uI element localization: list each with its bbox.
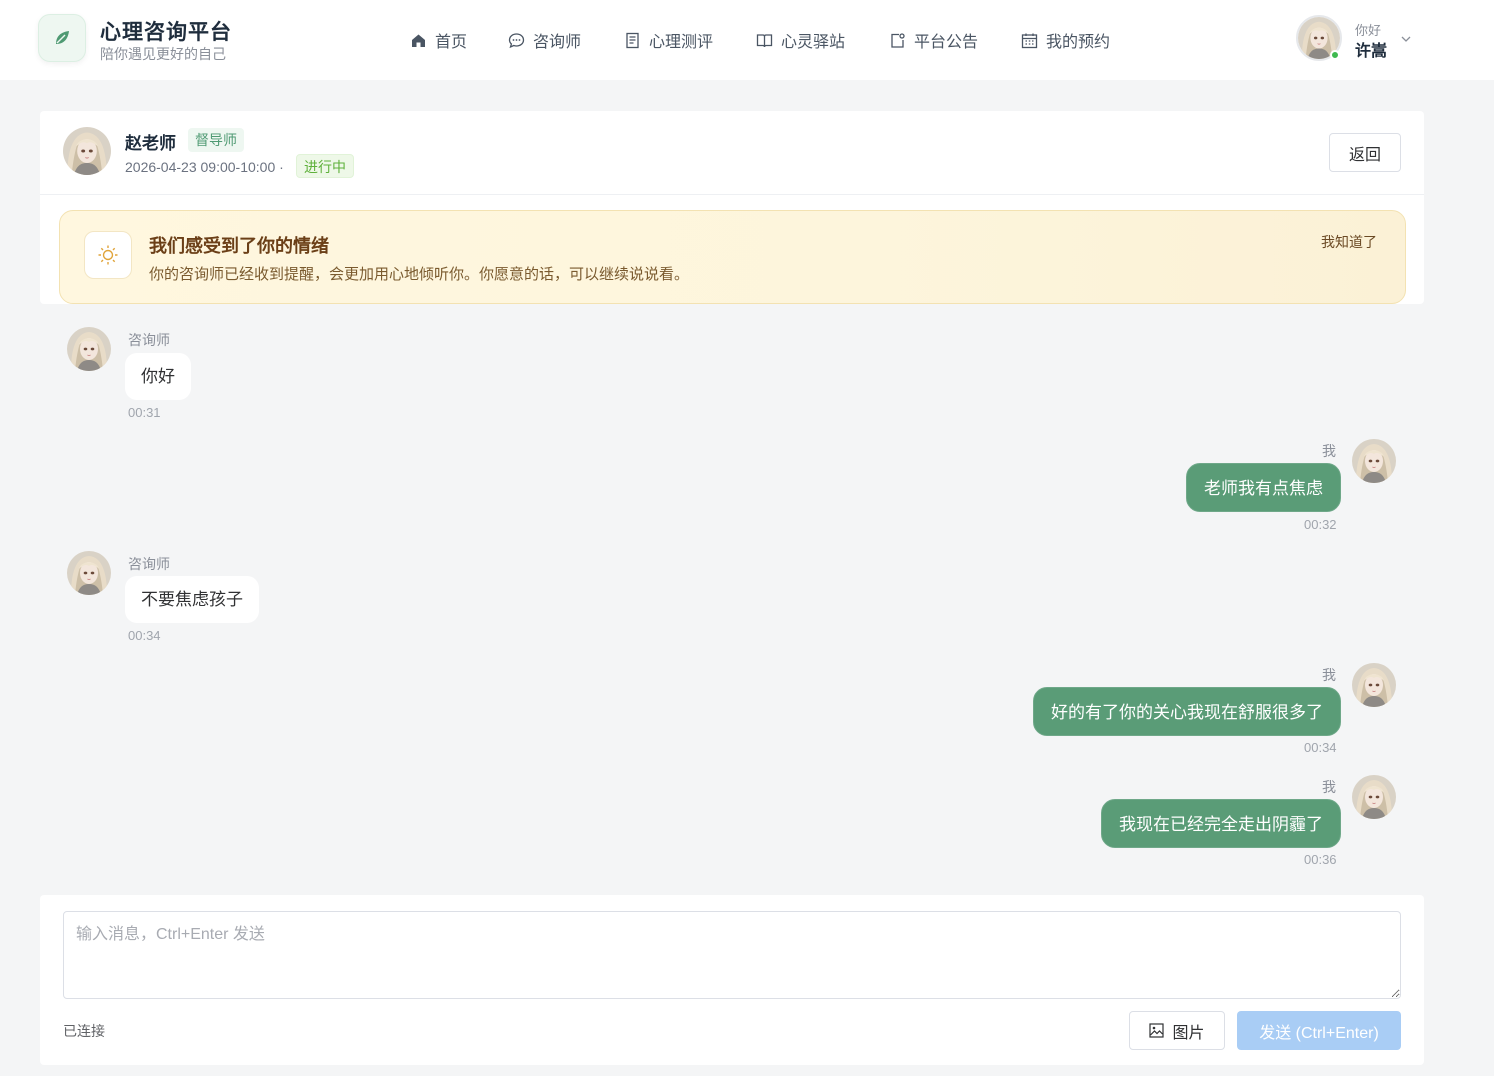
acknowledge-button[interactable]: 我知道了 [1321,232,1377,252]
sun-icon [98,245,118,265]
book-icon [756,33,773,47]
nav-label: 咨询师 [533,34,582,51]
chat-icon [508,32,525,48]
counselor-avatar [63,127,111,175]
nav-label: 心理测评 [649,34,714,51]
session-time: 2026-04-23 09:00-10:00 · [125,159,284,175]
nav-label: 我的预约 [1046,34,1111,51]
message-composer: 已连接 图片 发送 (Ctrl+Enter) [40,895,1424,1065]
message-time: 00:34 [128,628,161,643]
send-button[interactable]: 发送 (Ctrl+Enter) [1237,1011,1401,1050]
notice-icon-box [84,231,132,279]
counselor-avatar [67,327,111,371]
image-button[interactable]: 图片 [1129,1011,1225,1050]
image-button-label: 图片 [1172,1024,1205,1042]
calendar-icon [1021,33,1038,48]
nav-item-station[interactable]: 心灵驿站 [756,27,845,53]
user-message-avatar [1352,439,1396,483]
nav-item-announcements[interactable]: 平台公告 [889,27,978,53]
session-header: 赵老师 督导师 2026-04-23 09:00-10:00 · 进行中 返回 [40,111,1424,195]
notice-text: 你的咨询师已经收到提醒，会更加用心地倾听你。你愿意的话，可以继续说说看。 [149,266,690,283]
main-nav: 首页 咨询师 心理测评 心灵驿站 平台公告 我的预约 [0,27,1494,53]
image-icon [1149,1023,1165,1038]
status-badge: 进行中 [296,154,354,178]
message-time: 00:31 [128,405,161,420]
session-card: 赵老师 督导师 2026-04-23 09:00-10:00 · 进行中 返回 … [40,111,1424,304]
message-time: 00:32 [1304,517,1337,532]
nav-item-counselors[interactable]: 咨询师 [508,27,581,53]
nav-item-appointments[interactable]: 我的预约 [1021,27,1110,53]
message-bubble-outgoing: 好的有了你的关心我现在舒服很多了 [1033,687,1341,736]
user-message-avatar [1352,775,1396,819]
nav-label: 首页 [435,34,468,51]
user-name[interactable]: 许嵩 [1355,37,1387,61]
message-bubble-incoming: 你好 [125,353,191,400]
notice-title: 我们感受到了你的情绪 [149,236,329,256]
message-time: 00:34 [1304,740,1337,755]
sender-label: 我 [1322,443,1336,459]
emotion-notice: 我们感受到了你的情绪 你的咨询师已经收到提醒，会更加用心地倾听你。你愿意的话，可… [59,210,1406,304]
nav-item-assessment[interactable]: 心理测评 [624,27,713,53]
counselor-avatar [67,551,111,595]
message-input[interactable] [63,911,1401,999]
user-message-avatar [1352,663,1396,707]
sender-label: 咨询师 [128,556,170,572]
message-time: 00:36 [1304,852,1337,867]
sender-label: 咨询师 [128,332,170,348]
home-icon [412,34,425,47]
back-button[interactable]: 返回 [1329,133,1401,172]
nav-label: 平台公告 [914,34,979,51]
chevron-down-icon[interactable] [1399,32,1413,46]
sender-label: 我 [1322,779,1336,795]
sender-label: 我 [1322,667,1336,683]
announcement-icon [891,32,905,48]
online-indicator [1330,50,1340,60]
role-badge: 督导师 [188,128,244,152]
message-bubble-outgoing: 老师我有点焦虑 [1186,463,1341,512]
message-bubble-incoming: 不要焦虑孩子 [125,576,259,623]
nav-item-home[interactable]: 首页 [410,27,467,53]
message-bubble-outgoing: 我现在已经完全走出阴霾了 [1101,799,1341,848]
top-header: 心理咨询平台 陪你遇见更好的自己 首页 咨询师 心理测评 心灵驿站 平台公告 我… [0,0,1494,80]
document-icon [626,32,639,48]
nav-label: 心灵驿站 [781,34,846,51]
connection-status: 已连接 [63,1023,105,1039]
counselor-name: 赵老师 [125,134,176,153]
